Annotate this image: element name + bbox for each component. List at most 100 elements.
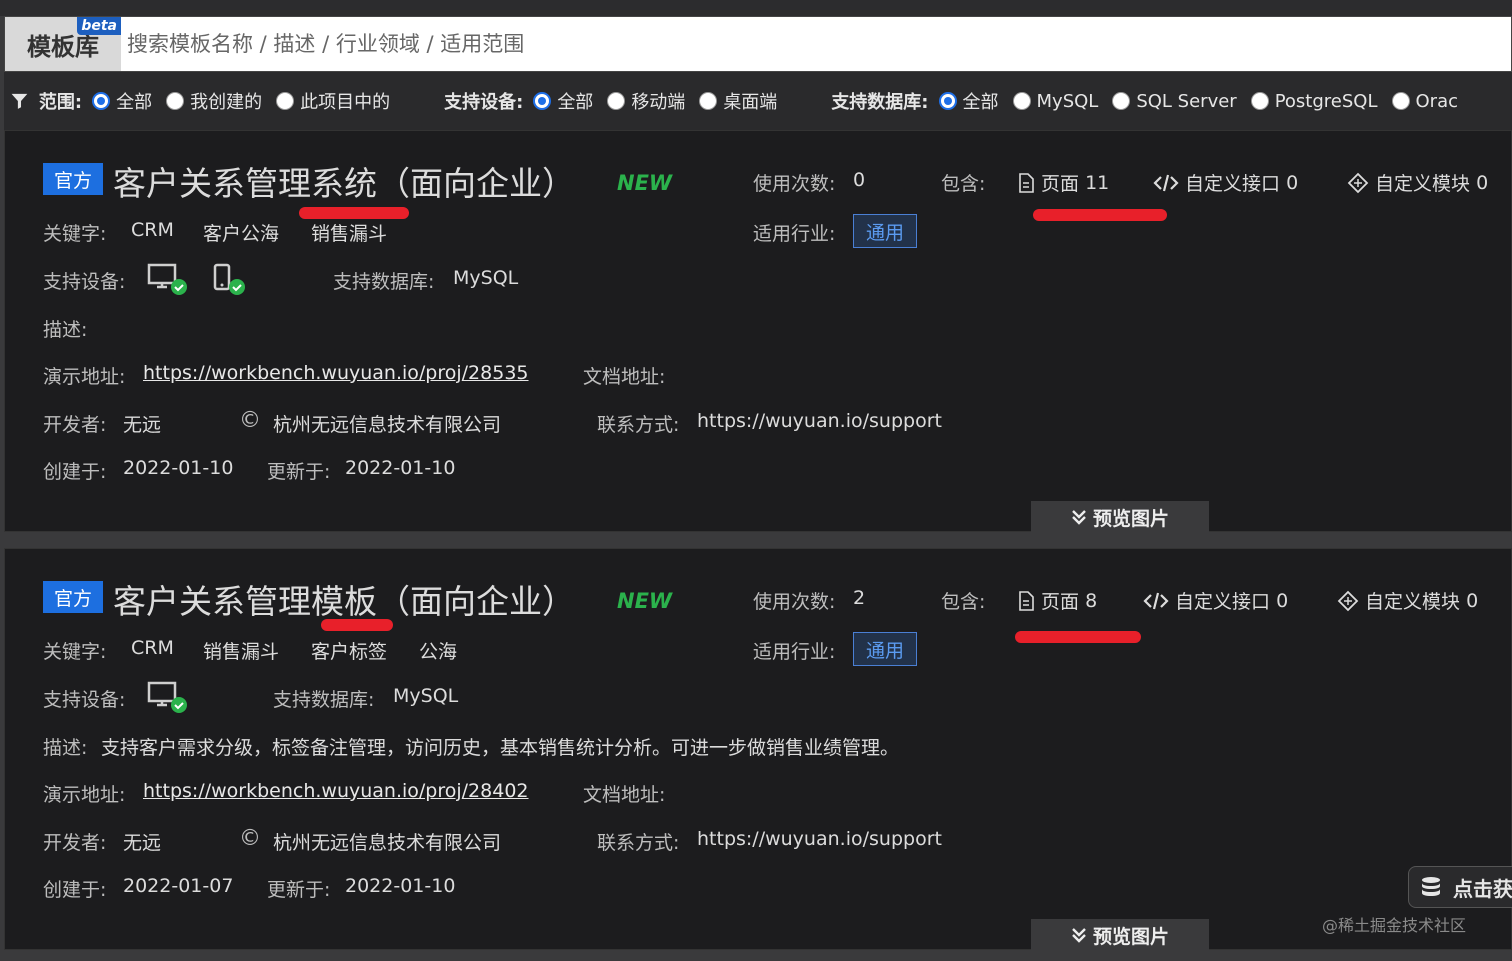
contact-value[interactable]: https://wuyuan.io/support (697, 828, 942, 850)
usage-count: 2 (853, 587, 866, 609)
created-label: 创建于: (43, 879, 107, 901)
description-label: 描述: (43, 319, 88, 341)
annotation-underline (299, 207, 409, 219)
device-option-all[interactable]: 全部 (533, 88, 593, 114)
keyword-tag: 公海 (419, 641, 458, 663)
chevron-down-icon (1072, 928, 1086, 943)
contains-label: 包含: (941, 591, 986, 613)
scope-option-project[interactable]: 此项目中的 (276, 88, 390, 114)
company-value: 杭州无远信息技术有限公司 (273, 414, 502, 436)
scope-filter: 范围: 全部 我创建的 此项目中的 (39, 88, 404, 114)
radio[interactable] (166, 92, 185, 110)
copyright-icon: © (239, 408, 261, 433)
created-label: 创建于: (43, 461, 107, 483)
template-title[interactable]: 客户关系管理系统（面向企业） (113, 157, 575, 205)
scope-filter-label: 范围: (38, 92, 83, 113)
updated-value: 2022-01-10 (345, 875, 456, 897)
contact-value[interactable]: https://wuyuan.io/support (697, 410, 942, 432)
scope-option-all[interactable]: 全部 (92, 88, 152, 114)
usage-label: 使用次数: (753, 591, 836, 613)
db-option-mysql[interactable]: MySQL (1012, 91, 1098, 112)
template-card: 官方 客户关系管理模板（面向企业） NEW 使用次数: 2 包含: 页面 8 自… (4, 548, 1512, 951)
description-label: 描述: (43, 737, 88, 759)
template-library-tab[interactable]: 模板库 beta (5, 17, 121, 71)
keyword-tag: CRM (131, 637, 174, 659)
filter-bar: 范围: 全部 我创建的 此项目中的 支持设备: 全部 移动端 桌面端 支持数据库… (4, 72, 1512, 130)
annotation-underline (1033, 209, 1167, 221)
database-value: MySQL (393, 685, 459, 707)
radio[interactable] (699, 92, 718, 110)
custom-module-count: 自定义模块 0 (1347, 169, 1488, 196)
database-icon (1422, 877, 1440, 896)
demo-label: 演示地址: (43, 784, 126, 806)
custom-module-count: 自定义模块 0 (1337, 587, 1478, 614)
keyword-tag: 客户标签 (311, 641, 388, 663)
keyword-tag: 销售漏斗 (203, 641, 280, 663)
filter-icon (11, 93, 28, 109)
preview-images-button[interactable]: 预览图片 (1031, 501, 1209, 533)
radio[interactable] (1391, 92, 1410, 110)
updated-label: 更新于: (267, 879, 331, 901)
database-label: 支持数据库: (333, 271, 435, 293)
beta-badge: beta (77, 17, 121, 35)
industry-label: 适用行业: (753, 223, 836, 245)
usage-label: 使用次数: (753, 173, 836, 195)
page-icon (1019, 590, 1034, 611)
radio[interactable] (1250, 92, 1269, 110)
search-bar: 模板库 beta (4, 16, 1512, 72)
radio[interactable] (607, 92, 626, 110)
radio[interactable] (1012, 92, 1031, 110)
fab-label: 点击获 (1453, 876, 1512, 901)
industry-badge: 通用 (853, 632, 917, 666)
device-option-desktop[interactable]: 桌面端 (699, 88, 777, 114)
annotation-underline (1015, 631, 1141, 643)
pages-count: 页面 11 (1017, 169, 1109, 196)
docs-label: 文档地址: (583, 366, 666, 388)
database-label: 支持数据库: (273, 689, 375, 711)
demo-label: 演示地址: (43, 366, 126, 388)
template-title[interactable]: 客户关系管理模板（面向企业） (113, 575, 575, 623)
device-option-mobile[interactable]: 移动端 (607, 88, 685, 114)
demo-link[interactable]: https://workbench.wuyuan.io/proj/28535 (143, 362, 529, 384)
custom-api-count: 自定义接口 0 (1153, 169, 1298, 196)
module-icon (1347, 172, 1369, 193)
database-filter-label: 支持数据库: (831, 92, 929, 113)
search-input[interactable] (121, 17, 1511, 71)
devices-label: 支持设备: (43, 271, 126, 293)
industry-badge: 通用 (853, 214, 917, 248)
created-value: 2022-01-10 (123, 457, 234, 479)
keywords-label: 关键字: (43, 223, 107, 245)
updated-value: 2022-01-10 (345, 457, 456, 479)
chevron-down-icon (1072, 510, 1086, 525)
db-option-all[interactable]: 全部 (938, 88, 999, 114)
radio-selected[interactable] (938, 92, 957, 110)
usage-count: 0 (853, 169, 866, 191)
new-tag: NEW (617, 589, 673, 613)
device-filter-label: 支持设备: (444, 92, 524, 113)
docs-label: 文档地址: (583, 784, 666, 806)
radio[interactable] (1112, 92, 1131, 110)
new-tag: NEW (617, 171, 673, 195)
card-divider (0, 532, 1512, 548)
radio[interactable] (276, 92, 295, 110)
floating-action-button[interactable]: 点击获 (1408, 866, 1512, 908)
demo-link[interactable]: https://workbench.wuyuan.io/proj/28402 (143, 780, 529, 802)
db-option-oracle[interactable]: Orac (1391, 91, 1458, 112)
description-text: 支持客户需求分级，标签备注管理，访问历史，基本销售统计分析。可进一步做销售业绩管… (101, 737, 900, 759)
db-option-sqlserver[interactable]: SQL Server (1112, 91, 1237, 112)
devices-label: 支持设备: (43, 689, 126, 711)
radio-selected[interactable] (533, 92, 552, 110)
keyword-tag: CRM (131, 219, 174, 241)
module-icon (1337, 590, 1359, 611)
radio-selected[interactable] (92, 92, 111, 110)
code-icon (1153, 174, 1179, 191)
contains-label: 包含: (941, 173, 986, 195)
updated-label: 更新于: (267, 461, 331, 483)
desktop-supported-icon (147, 263, 187, 295)
db-option-postgresql[interactable]: PostgreSQL (1250, 91, 1378, 112)
preview-images-button[interactable]: 预览图片 (1031, 919, 1209, 951)
created-value: 2022-01-07 (123, 875, 234, 897)
scope-option-mine[interactable]: 我创建的 (166, 88, 262, 114)
device-filter: 支持设备: 全部 移动端 桌面端 (444, 88, 791, 114)
copyright-icon: © (239, 826, 261, 851)
